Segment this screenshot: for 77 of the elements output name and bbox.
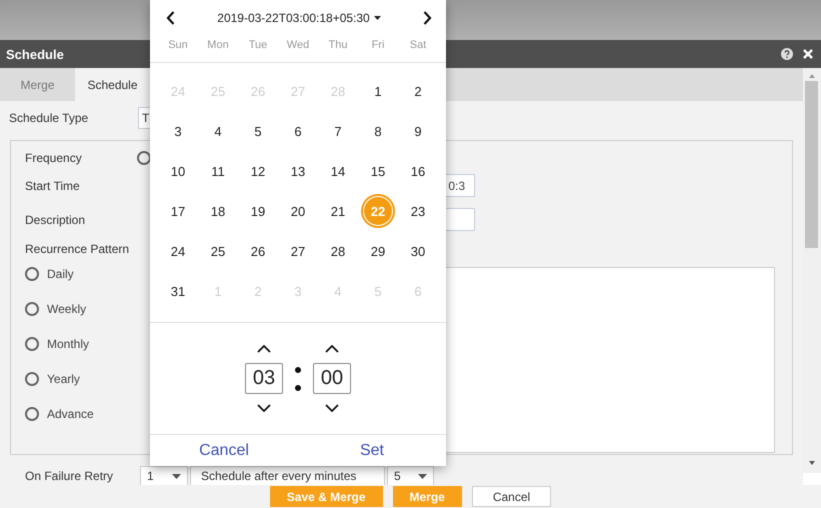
field-label: Schedule Type — [9, 111, 90, 125]
field-label: On Failure Retry — [25, 469, 114, 483]
calendar-day[interactable]: 8 — [361, 114, 395, 148]
picker-action-button[interactable]: Set — [298, 442, 446, 460]
calendar-day[interactable]: 13 — [281, 154, 315, 188]
chevron-up-icon[interactable] — [325, 345, 339, 353]
calendar-day[interactable]: 15 — [361, 154, 395, 188]
calendar-day[interactable]: 25 — [201, 234, 235, 268]
month-year-selector[interactable]: 2019-03-22T03:00:18+05:30 — [217, 11, 381, 25]
radio-button[interactable] — [25, 267, 39, 281]
calendar-day[interactable]: 27 — [281, 234, 315, 268]
calendar-day[interactable]: 29 — [361, 234, 395, 268]
radio-button[interactable] — [25, 407, 39, 421]
radio-button[interactable] — [25, 302, 39, 316]
radio-label: Weekly — [47, 302, 86, 316]
radio-button[interactable] — [25, 337, 39, 351]
calendar-day[interactable]: 6 — [281, 114, 315, 148]
calendar-day[interactable]: 19 — [241, 194, 275, 228]
help-icon[interactable] — [781, 48, 793, 60]
chevron-down-icon[interactable] — [257, 404, 271, 412]
calendar-day[interactable]: 3 — [161, 114, 195, 148]
caret-icon — [172, 474, 181, 478]
hour-field[interactable]: 03 — [245, 363, 283, 394]
calendar-day[interactable]: 31 — [161, 274, 195, 308]
weekday-label: Sun — [167, 38, 189, 53]
field-label: Start Time — [25, 178, 81, 192]
calendar-day[interactable]: 18 — [201, 194, 235, 228]
weekday-label: Tue — [248, 38, 268, 53]
weekday-label: Wed — [286, 38, 310, 53]
close-icon[interactable] — [803, 49, 813, 59]
caret-icon — [374, 16, 381, 20]
calendar-day[interactable]: 11 — [201, 154, 235, 188]
minute-field[interactable]: 00 — [313, 363, 351, 394]
tab[interactable]: Schedule — [75, 68, 150, 101]
calendar-day[interactable]: 20 — [281, 194, 315, 228]
schedule-after-field[interactable]: Schedule after every minutes — [190, 466, 385, 485]
radio-label: Advance — [47, 407, 94, 421]
picker-action-button[interactable]: Cancel — [150, 442, 298, 460]
calendar-day[interactable]: 16 — [401, 154, 435, 188]
calendar-day[interactable]: 1 — [361, 74, 395, 108]
calendar-day[interactable]: 12 — [241, 154, 275, 188]
field-label: Recurrence Pattern — [25, 242, 130, 256]
chevron-right-icon[interactable] — [423, 11, 432, 25]
calendar-day[interactable]: 10 — [161, 154, 195, 188]
calendar-day[interactable]: 26 — [241, 234, 275, 268]
calendar-day[interactable]: 24 — [161, 234, 195, 268]
field-label: Frequency — [25, 151, 83, 165]
calendar-day[interactable]: 9 — [401, 114, 435, 148]
minutes-dropdown[interactable]: 5 — [387, 466, 434, 485]
calendar-day[interactable]: 4 — [201, 114, 235, 148]
calendar-day[interactable]: 30 — [401, 234, 435, 268]
chevron-up-icon[interactable] — [257, 345, 271, 353]
calendar-day[interactable]: 17 — [161, 194, 195, 228]
retry-dropdown[interactable]: 1 — [140, 466, 188, 485]
colon-separator-icon — [295, 366, 301, 390]
action-button[interactable]: Cancel — [472, 486, 552, 507]
calendar-day[interactable]: 7 — [321, 114, 355, 148]
weekday-label: Fri — [370, 38, 386, 53]
calendar-day[interactable]: 14 — [321, 154, 355, 188]
radio-label: Monthly — [47, 337, 90, 351]
calendar-day[interactable]: 28 — [321, 234, 355, 268]
radio-label: Daily — [47, 267, 74, 281]
radio-label: Yearly — [47, 372, 80, 386]
calendar-day[interactable]: 5 — [241, 114, 275, 148]
radio-button[interactable] — [25, 372, 39, 386]
chevron-down-icon[interactable] — [325, 404, 339, 412]
field-label: Description — [25, 212, 86, 226]
calendar-day[interactable]: 21 — [321, 194, 355, 228]
weekday-label: Mon — [206, 38, 230, 53]
chevron-left-icon[interactable] — [166, 11, 175, 25]
caret-icon — [418, 474, 427, 478]
dialog-title: Schedule — [6, 46, 65, 62]
weekday-label: Thu — [328, 38, 348, 53]
calendar-day[interactable]: 2 — [401, 74, 435, 108]
weekday-label: Sat — [408, 38, 428, 53]
calendar-day[interactable]: 23 — [401, 194, 435, 228]
vertical-scrollbar[interactable] — [803, 68, 821, 473]
